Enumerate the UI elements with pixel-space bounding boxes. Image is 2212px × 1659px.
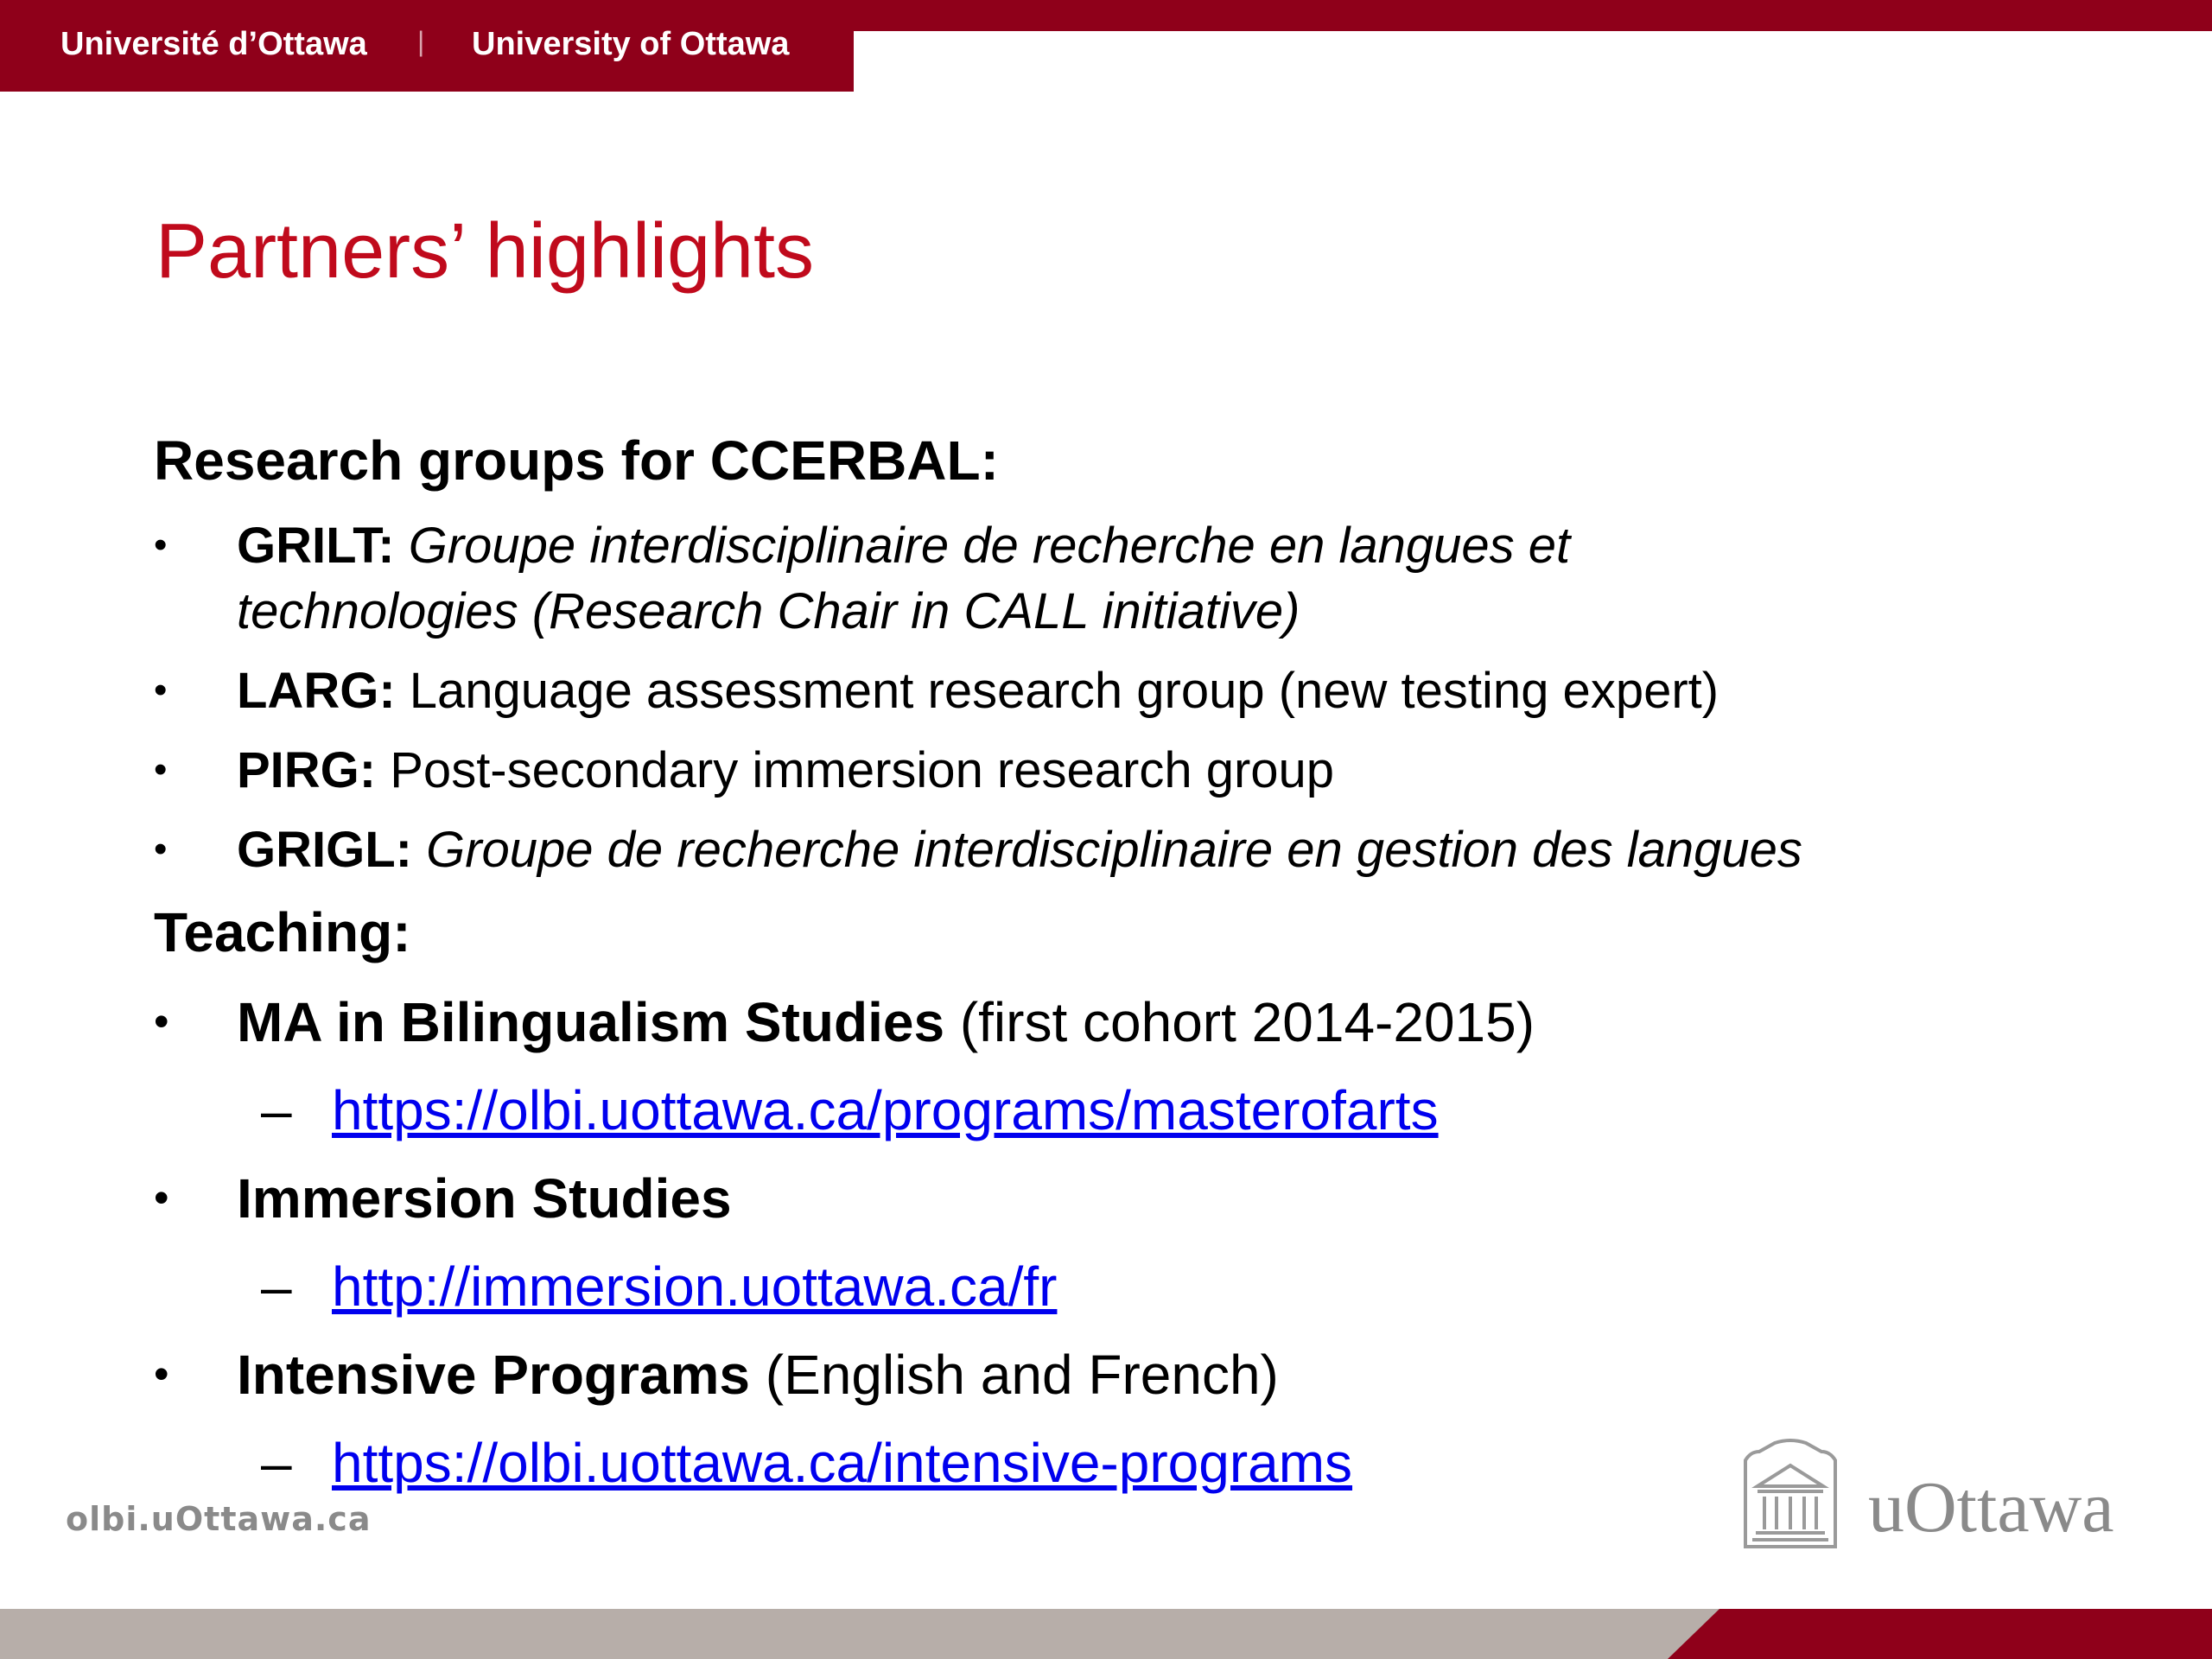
bottom-decorative-bar	[0, 1609, 2212, 1659]
program-name: MA in Bilingualism Studies	[237, 991, 945, 1053]
bullet: •	[154, 828, 168, 870]
abbr: PIRG:	[237, 742, 377, 798]
footer-url: olbi.uOttawa.ca	[66, 1500, 372, 1538]
abbr: GRILT:	[237, 518, 395, 574]
research-item-text: GRILT: Groupe interdisciplinaire de rech…	[237, 517, 1570, 575]
university-banner: Université d’Ottawa | University of Otta…	[0, 0, 854, 92]
slide-title: Partners’ highlights	[156, 208, 815, 295]
research-item-text: LARG: Language assessment research group…	[237, 662, 1719, 720]
immersion-link[interactable]: http://immersion.uottawa.ca/fr	[332, 1255, 1057, 1319]
abbr: GRIGL:	[237, 822, 412, 878]
desc: Post-secondary immersion research group	[390, 742, 1335, 798]
bullet: •	[154, 748, 168, 791]
ma-program-link[interactable]: https://olbi.uottawa.ca/programs/mastero…	[332, 1078, 1439, 1142]
program-note: (first cohort 2014-2015)	[944, 991, 1535, 1053]
desc: Groupe interdisciplinaire de recherche e…	[408, 518, 1571, 574]
building-icon	[1744, 1439, 1837, 1548]
bullet: •	[154, 669, 168, 711]
intensive-programs-link[interactable]: https://olbi.uottawa.ca/intensive-progra…	[332, 1431, 1352, 1495]
research-item-text: technologies (Research Chair in CALL ini…	[237, 582, 1300, 640]
desc: Language assessment research group (new …	[409, 663, 1719, 719]
teaching-heading: Teaching:	[154, 901, 411, 963]
dash: –	[261, 1079, 292, 1141]
uottawa-wordmark: uOttawa	[1868, 1467, 2114, 1548]
program-note: (English and French)	[750, 1344, 1279, 1406]
bullet: •	[154, 524, 168, 566]
research-item-text: GRIGL: Groupe de recherche interdiscipli…	[237, 821, 1802, 879]
research-heading: Research groups for CCERBAL:	[154, 429, 999, 492]
teaching-item-text: MA in Bilingualism Studies (first cohort…	[237, 990, 1535, 1054]
bullet: •	[154, 997, 169, 1046]
abbr: LARG:	[237, 663, 396, 719]
banner-english-name: University of Ottawa	[472, 26, 790, 62]
desc: technologies (Research Chair in CALL ini…	[237, 583, 1300, 639]
banner-french-name: Université d’Ottawa	[60, 26, 367, 62]
banner-separator: |	[417, 26, 425, 57]
bullet: •	[154, 1173, 169, 1222]
program-name: Intensive Programs	[237, 1344, 750, 1406]
teaching-item-text: Immersion Studies	[237, 1166, 732, 1230]
bullet: •	[154, 1350, 169, 1398]
research-item-text: PIRG: Post-secondary immersion research …	[237, 741, 1334, 799]
program-name: Immersion Studies	[237, 1167, 732, 1230]
dash: –	[261, 1432, 292, 1494]
dash: –	[261, 1255, 292, 1318]
desc: Groupe de recherche interdisciplinaire e…	[426, 822, 1802, 878]
teaching-item-text: Intensive Programs (English and French)	[237, 1343, 1279, 1407]
